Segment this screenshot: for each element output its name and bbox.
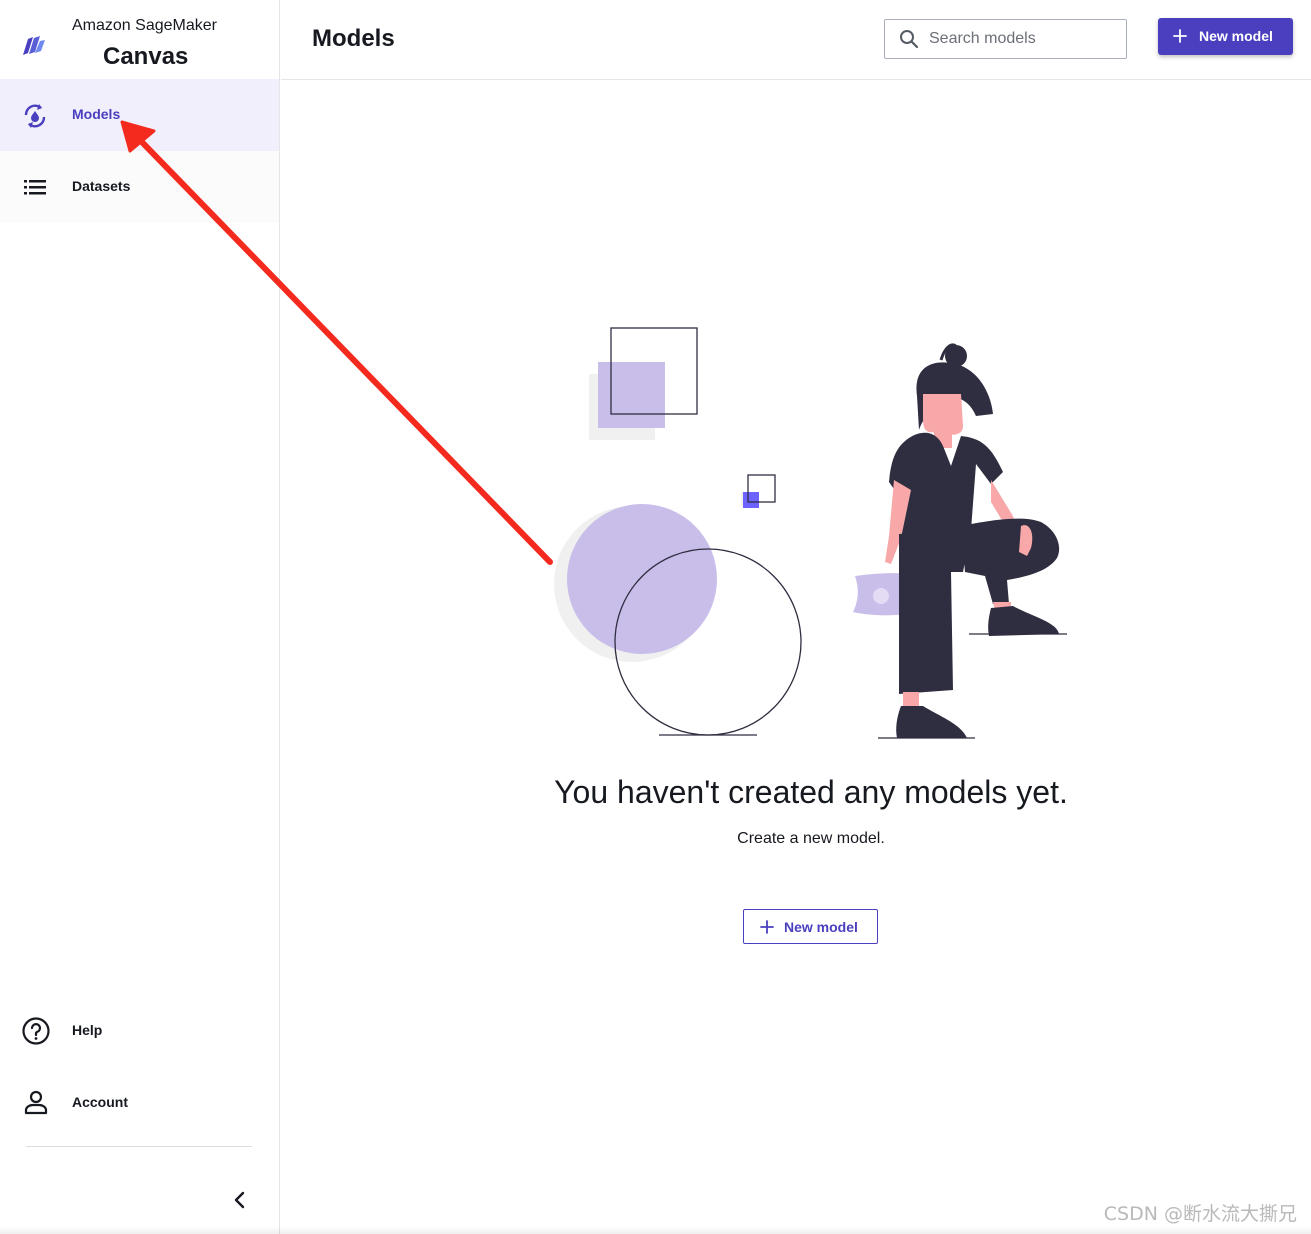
top-bar: Models New model — [281, 0, 1311, 80]
chevron-left-icon[interactable] — [226, 1186, 254, 1214]
models-icon — [24, 104, 46, 128]
list-icon — [24, 180, 46, 195]
main-content: You haven't created any models yet. Crea… — [281, 80, 1311, 1234]
sagemaker-canvas-logo-icon — [23, 36, 45, 55]
decor-circle-filled — [567, 504, 717, 654]
sidebar-item-label: Help — [72, 1022, 103, 1038]
empty-state-title: You haven't created any models yet. — [554, 774, 1068, 810]
brand-subtitle: Amazon SageMaker — [72, 17, 217, 34]
new-model-button[interactable]: New model — [1158, 18, 1293, 55]
watermark: CSDN @断水流大撕兄 — [1103, 1203, 1297, 1225]
account-icon — [24, 1090, 48, 1115]
sidebar-item-label: Account — [72, 1094, 128, 1110]
decor-square-filled — [598, 362, 665, 428]
search-input[interactable] — [929, 21, 1119, 57]
search-box[interactable] — [884, 19, 1127, 59]
sidebar-divider — [26, 1146, 252, 1147]
sidebar-item-help[interactable]: Help — [0, 1002, 279, 1058]
page-title: Models — [312, 25, 395, 52]
brand-title: Canvas — [103, 43, 189, 70]
person-figure — [853, 343, 1067, 739]
search-icon — [900, 30, 919, 49]
empty-state-subtitle: Create a new model. — [737, 830, 885, 847]
new-model-button-label: New model — [784, 919, 858, 935]
sidebar-item-label: Models — [72, 106, 121, 122]
plus-icon — [1173, 29, 1187, 43]
brand-header: Amazon SageMaker Canvas — [0, 0, 280, 80]
plus-icon — [760, 920, 774, 934]
sidebar-item-datasets[interactable]: Datasets — [0, 151, 279, 223]
sidebar-item-models[interactable]: Models — [0, 79, 279, 151]
sidebar-item-account[interactable]: Account — [0, 1074, 279, 1130]
new-model-button-label: New model — [1199, 28, 1273, 44]
bottom-shadow — [0, 1226, 1311, 1234]
empty-state-illustration — [554, 327, 1067, 739]
sidebar: Amazon SageMaker Canvas Models Datasets — [0, 0, 280, 1234]
empty-state-new-model-button[interactable]: New model — [743, 909, 878, 944]
help-icon — [22, 1017, 50, 1045]
sidebar-item-label: Datasets — [72, 178, 131, 194]
